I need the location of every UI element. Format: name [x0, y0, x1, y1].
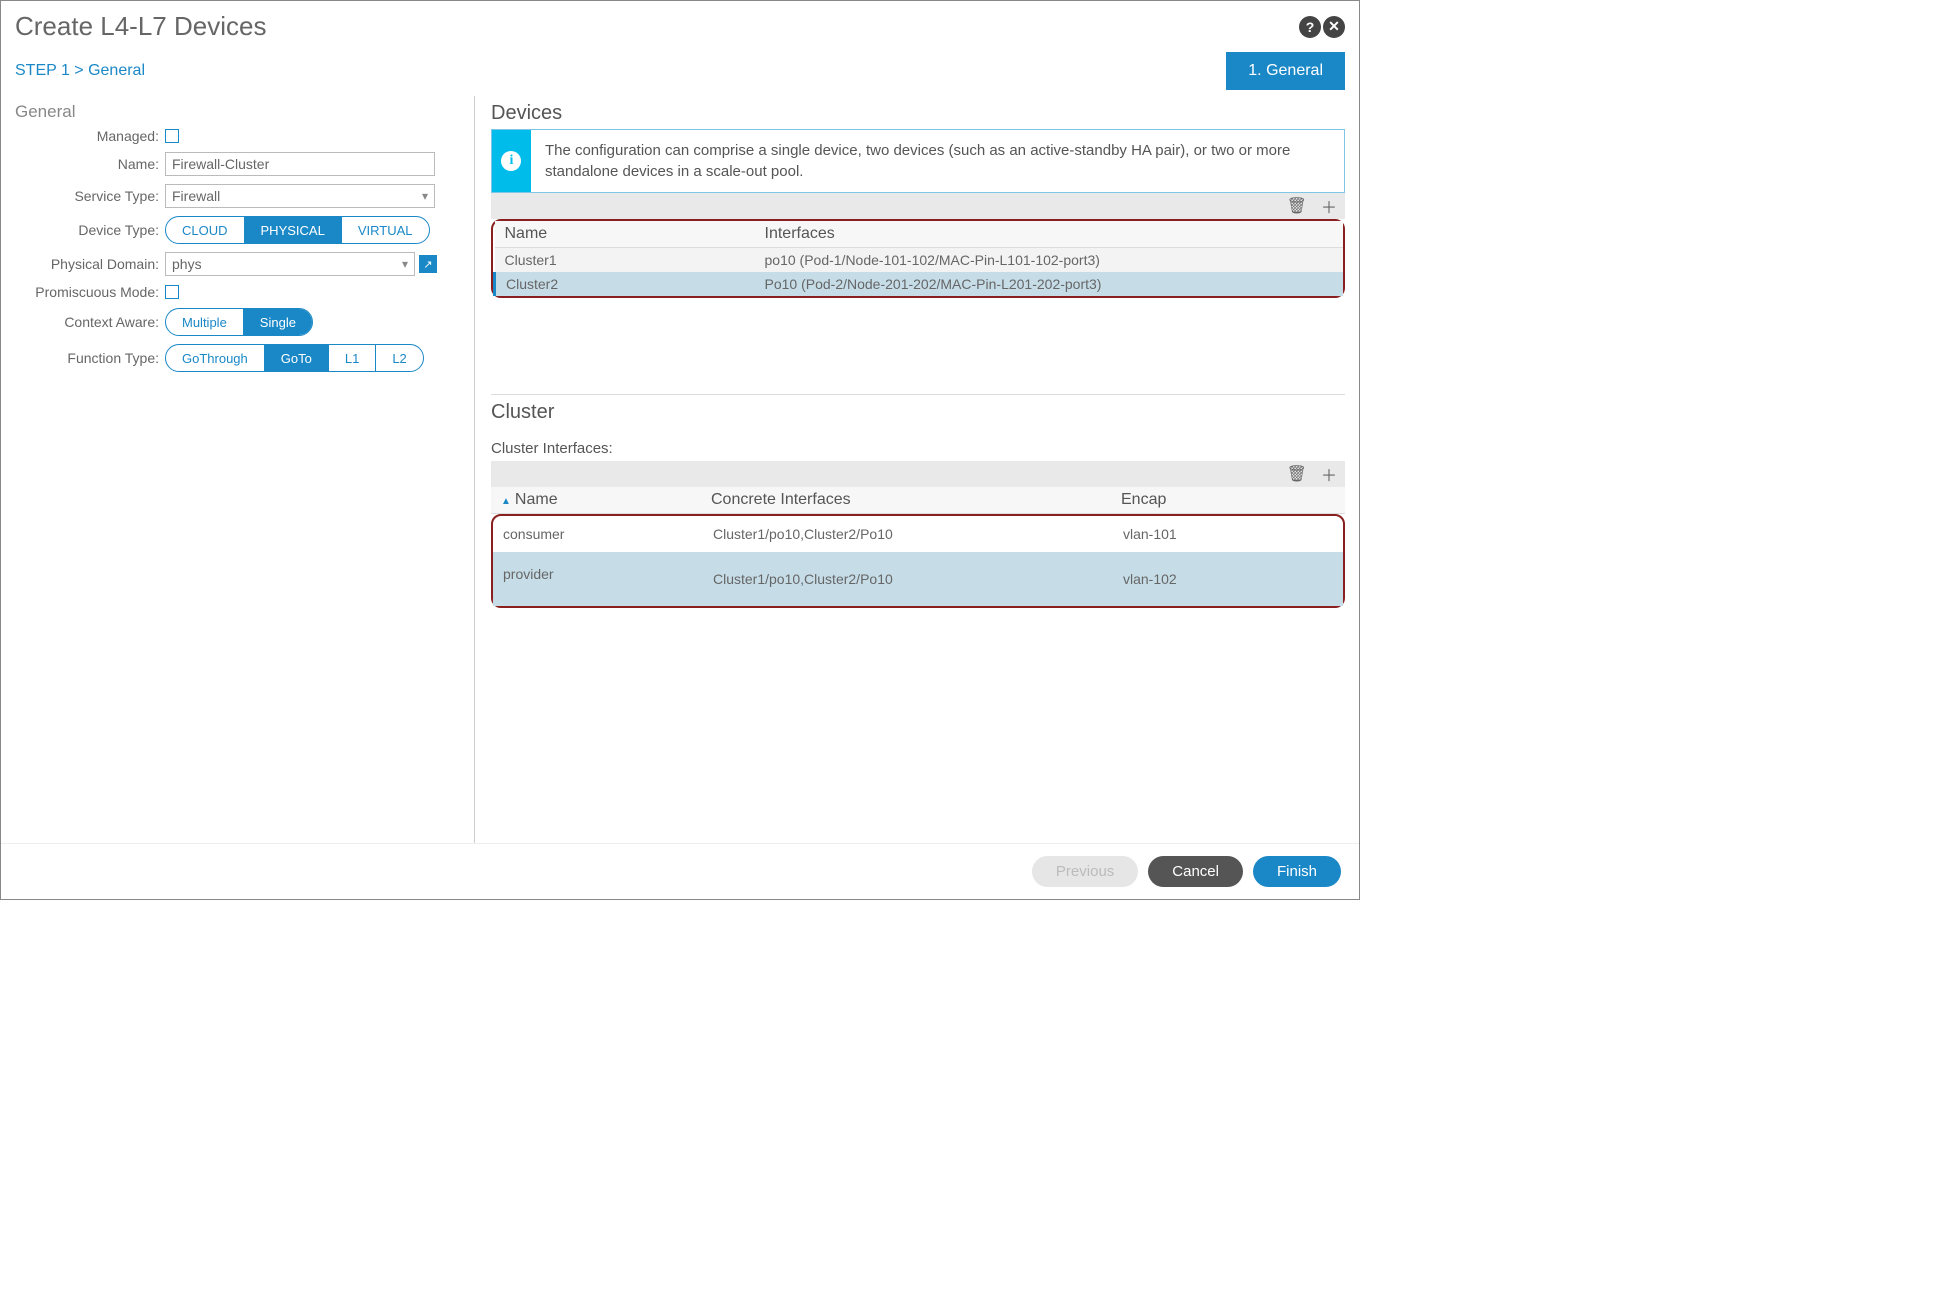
table-row[interactable]: Cluster2 Po10 (Pod-2/Node-201-202/MAC-Pi…: [495, 272, 1344, 296]
cluster-highlight: consumer Cluster1/po10,Cluster2/Po10 vla…: [491, 514, 1345, 608]
cluster-table: ▲ Name Concrete Interfaces Encap: [491, 487, 1345, 514]
add-icon[interactable]: ＋: [1321, 194, 1337, 218]
cluster-encap-cell: vlan-101: [1113, 516, 1343, 552]
devices-header-row: Name Interfaces: [495, 221, 1344, 248]
right-panel: Devices i The configuration can comprise…: [475, 96, 1345, 843]
context-aware-multiple[interactable]: Multiple: [166, 309, 243, 335]
device-name-cell: Cluster1: [495, 248, 755, 273]
device-type-physical[interactable]: PHYSICAL: [244, 217, 341, 243]
dialog-title: Create L4-L7 Devices: [15, 11, 266, 42]
chevron-down-icon: ▾: [402, 257, 408, 271]
function-type-toggle: GoThrough GoTo L1 L2: [165, 344, 424, 372]
cluster-interfaces-label: Cluster Interfaces:: [491, 440, 1345, 457]
cluster-name-cell: consumer: [493, 516, 703, 552]
promiscuous-label: Promiscuous Mode:: [15, 284, 165, 300]
trash-icon[interactable]: 🗑: [1287, 196, 1307, 216]
physical-domain-label: Physical Domain:: [15, 256, 165, 272]
open-external-icon[interactable]: ↗: [419, 255, 437, 273]
separator: [491, 394, 1345, 395]
table-row[interactable]: Cluster1 po10 (Pod-1/Node-101-102/MAC-Pi…: [495, 248, 1344, 273]
cluster-section-title: Cluster: [491, 401, 1345, 424]
device-type-toggle: CLOUD PHYSICAL VIRTUAL: [165, 216, 430, 244]
row-context-aware: Context Aware: Multiple Single: [15, 308, 458, 336]
title-bar: Create L4-L7 Devices ? ✕: [1, 1, 1359, 48]
devices-col-name[interactable]: Name: [495, 221, 755, 248]
promiscuous-checkbox[interactable]: [165, 285, 179, 299]
devices-section-title: Devices: [491, 102, 1345, 125]
dialog-footer: Previous Cancel Finish: [1, 843, 1359, 899]
devices-highlight: Name Interfaces Cluster1 po10 (Pod-1/Nod…: [491, 219, 1345, 298]
function-type-l1[interactable]: L1: [328, 345, 375, 371]
function-type-label: Function Type:: [15, 350, 165, 366]
row-promiscuous: Promiscuous Mode:: [15, 284, 458, 300]
service-type-value: Firewall: [172, 188, 220, 204]
step-bar: STEP 1 > General 1. General: [1, 48, 1359, 96]
physical-domain-select[interactable]: phys ▾: [165, 252, 415, 276]
row-managed: Managed:: [15, 128, 458, 144]
cluster-header-row: ▲ Name Concrete Interfaces Encap: [491, 487, 1345, 514]
info-banner: i The configuration can comprise a singl…: [491, 129, 1345, 193]
device-type-virtual[interactable]: VIRTUAL: [341, 217, 429, 243]
trash-icon[interactable]: 🗑: [1287, 464, 1307, 484]
row-function-type: Function Type: GoThrough GoTo L1 L2: [15, 344, 458, 372]
service-type-label: Service Type:: [15, 188, 165, 204]
close-icon[interactable]: ✕: [1323, 16, 1345, 38]
device-name-cell: Cluster2: [495, 272, 755, 296]
title-controls: ? ✕: [1299, 16, 1345, 38]
physical-domain-value: phys: [172, 256, 202, 272]
row-physical-domain: Physical Domain: phys ▾ ↗: [15, 252, 458, 276]
row-device-type: Device Type: CLOUD PHYSICAL VIRTUAL: [15, 216, 458, 244]
general-section-label: General: [15, 102, 458, 122]
general-form: General Managed: Name: Service Type: Fir…: [15, 96, 475, 843]
name-label: Name:: [15, 156, 165, 172]
step-crumb: STEP 1 > General: [15, 62, 145, 80]
sort-asc-icon: ▲: [501, 496, 511, 507]
device-interfaces-cell: Po10 (Pod-2/Node-201-202/MAC-Pin-L201-20…: [755, 272, 1344, 296]
service-type-select[interactable]: Firewall ▾: [165, 184, 435, 208]
managed-checkbox[interactable]: [165, 129, 179, 143]
help-icon[interactable]: ?: [1299, 16, 1321, 38]
step-tab-general[interactable]: 1. General: [1226, 52, 1345, 90]
row-name: Name:: [15, 152, 458, 176]
device-interfaces-cell: po10 (Pod-1/Node-101-102/MAC-Pin-L101-10…: [755, 248, 1344, 273]
cluster-col-name-text: Name: [515, 491, 558, 508]
cluster-concrete-cell: Cluster1/po10,Cluster2/Po10: [703, 516, 1113, 552]
info-text: The configuration can comprise a single …: [531, 130, 1344, 192]
info-icon: i: [501, 151, 521, 171]
spacer: [491, 428, 1345, 440]
chevron-down-icon: ▾: [422, 189, 428, 203]
context-aware-single[interactable]: Single: [243, 309, 312, 335]
cluster-toolbar: 🗑 ＋: [491, 461, 1345, 487]
cluster-encap-cell: vlan-102: [1113, 552, 1343, 606]
row-service-type: Service Type: Firewall ▾: [15, 184, 458, 208]
function-type-goto[interactable]: GoTo: [264, 345, 328, 371]
cluster-col-encap[interactable]: Encap: [1111, 487, 1345, 514]
device-type-cloud[interactable]: CLOUD: [166, 217, 244, 243]
cancel-button[interactable]: Cancel: [1148, 856, 1243, 887]
function-type-gothrough[interactable]: GoThrough: [166, 345, 264, 371]
cluster-col-concrete[interactable]: Concrete Interfaces: [701, 487, 1111, 514]
previous-button: Previous: [1032, 856, 1138, 887]
devices-toolbar: 🗑 ＋: [491, 193, 1345, 219]
info-badge: i: [492, 130, 531, 192]
main-area: General Managed: Name: Service Type: Fir…: [1, 96, 1359, 843]
spacer: [491, 298, 1345, 388]
finish-button[interactable]: Finish: [1253, 856, 1341, 887]
context-aware-toggle: Multiple Single: [165, 308, 313, 336]
managed-label: Managed:: [15, 128, 165, 144]
cluster-table-body: consumer Cluster1/po10,Cluster2/Po10 vla…: [493, 516, 1343, 606]
add-icon[interactable]: ＋: [1321, 462, 1337, 486]
cluster-col-name[interactable]: ▲ Name: [491, 487, 701, 514]
context-aware-label: Context Aware:: [15, 314, 165, 330]
cluster-concrete-cell: Cluster1/po10,Cluster2/Po10: [703, 552, 1113, 606]
table-row[interactable]: consumer Cluster1/po10,Cluster2/Po10 vla…: [493, 516, 1343, 552]
dialog-window: Create L4-L7 Devices ? ✕ STEP 1 > Genera…: [0, 0, 1360, 900]
cluster-name-cell: provider: [493, 552, 703, 606]
name-field[interactable]: [165, 152, 435, 176]
function-type-l2[interactable]: L2: [375, 345, 422, 371]
devices-table: Name Interfaces Cluster1 po10 (Pod-1/Nod…: [493, 221, 1343, 296]
devices-col-interfaces[interactable]: Interfaces: [755, 221, 1344, 248]
device-type-label: Device Type:: [15, 222, 165, 238]
table-row[interactable]: provider Cluster1/po10,Cluster2/Po10 vla…: [493, 552, 1343, 606]
